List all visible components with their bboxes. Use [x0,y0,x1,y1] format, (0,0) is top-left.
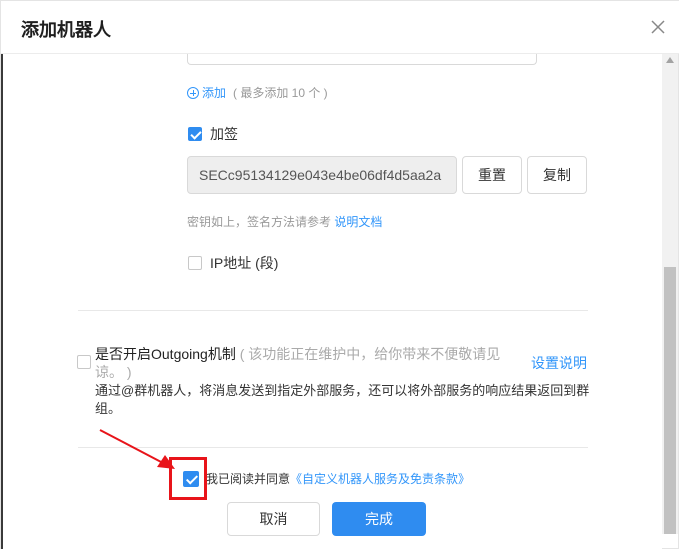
agreement-text: 我已阅读并同意 [206,472,291,486]
add-circle-icon [187,86,199,99]
sign-checkbox-row[interactable]: 加签 [188,124,238,144]
sign-label: 加签 [210,126,238,142]
dialog-header: 添加机器人 [1,1,679,54]
outgoing-title: 是否开启Outgoing机制 ( 该功能正在维护中，给你带来不便敬请见谅。 ) [95,345,525,381]
add-label: 添加 [202,86,227,100]
done-button[interactable]: 完成 [332,502,426,536]
outgoing-checkbox[interactable] [77,355,91,369]
docs-link[interactable]: 说明文档 [334,215,382,229]
add-button[interactable]: 添加 [187,84,226,101]
secret-hint-text: 密钥如上，签名方法请参考 [187,215,332,229]
outgoing-title-text: 是否开启Outgoing机制 [95,346,236,362]
dialog-body: 添加 ( 最多添加 10 个 ) 加签 SECc95134129e043e4be… [3,54,662,458]
secret-key-field[interactable]: SECc95134129e043e4be06df4d5aa2a [187,156,457,194]
ip-label: IP地址 (段) [210,255,279,271]
close-icon[interactable] [649,18,667,36]
add-robot-dialog: 添加机器人 添加 ( 最多添加 10 个 ) 加签 SECc95134129e0… [0,0,679,549]
dialog-title: 添加机器人 [21,20,111,41]
ip-checkbox-row[interactable]: IP地址 (段) [188,253,278,273]
secret-hint: 密钥如上，签名方法请参考 说明文档 [187,213,382,230]
add-limit-hint: ( 最多添加 10 个 ) [233,86,328,100]
arrow-annotation-icon [99,429,175,469]
setup-guide-link[interactable]: 设置说明 [531,353,587,373]
cancel-button[interactable]: 取消 [227,502,320,536]
terms-link[interactable]: 《自定义机器人服务及免责条款》 [290,470,470,487]
section-divider [78,310,588,311]
agreement-row: 我已阅读并同意 《自定义机器人服务及免责条款》 [183,470,470,487]
scrollbar-thumb[interactable] [664,267,676,534]
outgoing-description: 通过@群机器人，将消息发送到指定外部服务，还可以将外部服务的响应结果返回到群组。 [95,383,590,416]
reset-button[interactable]: 重置 [462,156,522,194]
scroll-up-arrow-icon[interactable] [665,56,675,64]
sign-checkbox[interactable] [188,127,202,141]
ip-checkbox[interactable] [188,256,202,270]
webhook-input-partial[interactable] [187,54,537,65]
copy-button[interactable]: 复制 [527,156,587,194]
